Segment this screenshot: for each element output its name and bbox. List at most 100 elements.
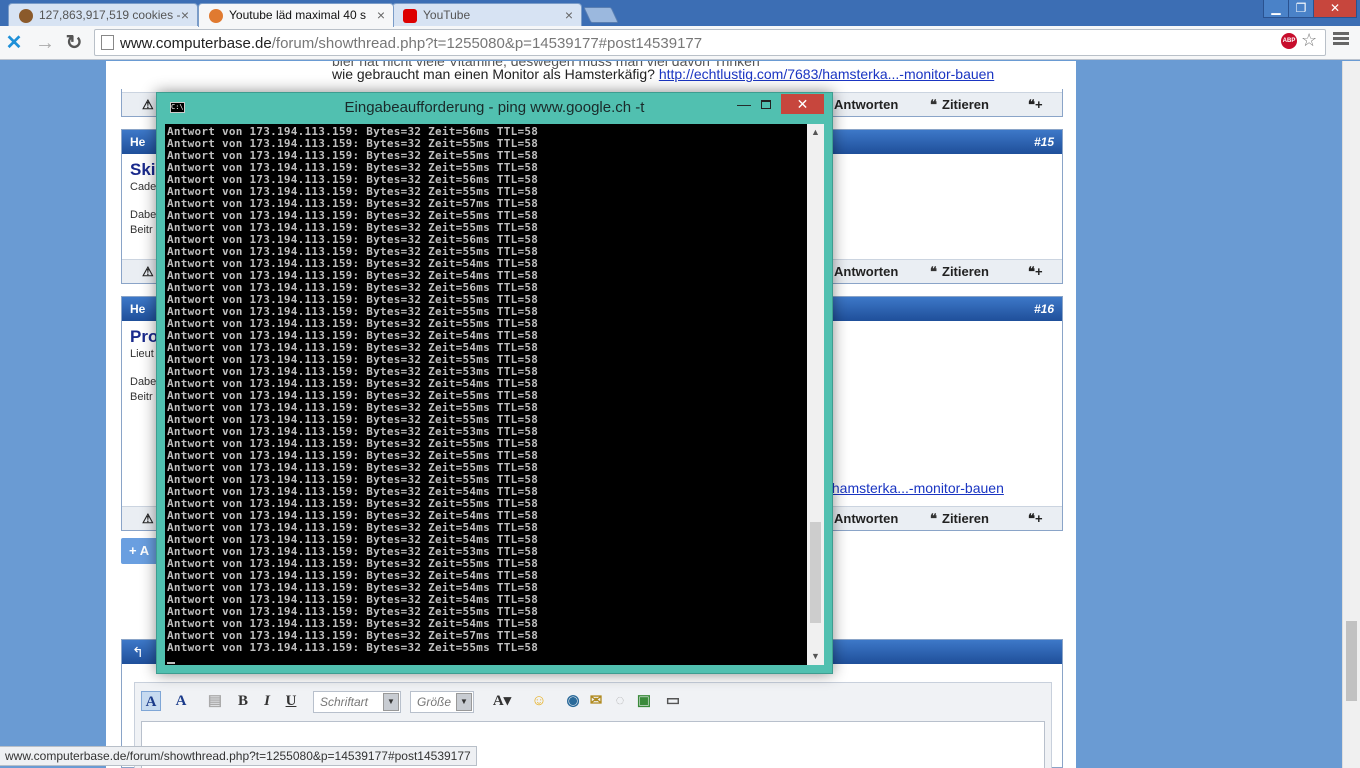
computerbase-icon xyxy=(209,9,223,23)
post-text-line: wie gebraucht man einen Monitor als Hams… xyxy=(332,66,994,82)
cmd-scrollbar[interactable]: ▲ ▼ xyxy=(807,124,824,665)
post-number[interactable]: #15 xyxy=(1034,135,1054,149)
console-lines: Antwort von 173.194.113.159: Bytes=32 Ze… xyxy=(167,126,807,654)
quote-action[interactable]: ❝ Zitieren xyxy=(930,264,989,280)
user-rank: Cade xyxy=(130,181,157,193)
multiquote-icon[interactable]: ❝+ xyxy=(1028,97,1043,113)
tab-youtube-forum[interactable]: Youtube läd maximal 40 s × xyxy=(198,3,394,27)
scroll-up-icon[interactable]: ▲ xyxy=(807,124,824,141)
page-icon xyxy=(101,35,114,50)
multiquote-icon[interactable]: ❝+ xyxy=(1028,511,1043,527)
tab-label: YouTube xyxy=(423,8,471,22)
post-link[interactable]: http://echtlustig.com/7683/hamsterka...-… xyxy=(659,66,994,82)
tab-label: 127,863,917,519 cookies - xyxy=(39,8,181,22)
tab-youtube[interactable]: YouTube × xyxy=(392,3,582,26)
console-line: Antwort von 173.194.113.159: Bytes=32 Ze… xyxy=(167,641,539,654)
user-joined: Dabe xyxy=(130,376,157,388)
reload-icon[interactable]: ↻ xyxy=(62,31,86,55)
remove-format-icon[interactable]: A xyxy=(171,691,191,711)
report-icon[interactable]: ⚠ xyxy=(142,511,154,527)
back-arrow-icon[interactable]: ✕ xyxy=(2,31,26,55)
image-icon[interactable]: ▣ xyxy=(634,691,654,711)
username[interactable]: Ski xyxy=(130,160,156,180)
youtube-icon xyxy=(403,9,417,23)
quote-icon: ❝ xyxy=(930,511,937,526)
browser-titlebar: 127,863,917,519 cookies - × Youtube läd … xyxy=(0,0,1360,27)
chevron-down-icon: ▼ xyxy=(383,693,399,711)
size-select[interactable]: Größe ▼ xyxy=(410,691,474,713)
username[interactable]: Pro xyxy=(130,327,158,347)
quote-box-icon[interactable]: ▭ xyxy=(663,691,683,711)
cmd-close-button[interactable]: ✕ xyxy=(781,94,824,114)
bold-button[interactable]: B xyxy=(233,691,253,711)
reply-action[interactable]: Antworten xyxy=(834,264,898,279)
quote-action[interactable]: ❝ Zitieren xyxy=(930,511,989,527)
cmd-title: Eingabeaufforderung - ping www.google.ch… xyxy=(344,99,645,116)
post-header-text: He xyxy=(130,135,146,149)
new-tab-button[interactable] xyxy=(583,7,619,23)
close-icon[interactable]: × xyxy=(181,7,189,23)
scroll-down-icon[interactable]: ▼ xyxy=(807,648,824,665)
adblock-icon[interactable]: ABP xyxy=(1281,33,1297,49)
minimize-button[interactable]: ▁ xyxy=(1263,0,1289,18)
close-icon[interactable]: × xyxy=(565,7,573,23)
report-icon[interactable]: ⚠ xyxy=(142,97,154,113)
url-path: /forum/showthread.php?t=1255080&p=145391… xyxy=(271,35,703,52)
link-icon[interactable]: ◉ xyxy=(563,691,583,711)
quote-label: Zitieren xyxy=(942,511,989,526)
console-cursor xyxy=(167,662,175,664)
scrollbar-thumb[interactable] xyxy=(810,522,821,623)
reply-arrow-icon: ↰ xyxy=(132,644,144,660)
email-icon[interactable]: ✉ xyxy=(586,691,606,711)
reply-action[interactable]: Antworten xyxy=(834,97,898,112)
reply-action[interactable]: Antworten xyxy=(834,511,898,526)
post-text-prefix: wie gebraucht man einen Monitor als Hams… xyxy=(332,66,659,82)
quote-label: Zitieren xyxy=(942,97,989,112)
scrollbar-thumb[interactable] xyxy=(1346,621,1357,701)
text-color-icon[interactable]: A▾ xyxy=(487,691,517,711)
menu-icon[interactable] xyxy=(1333,32,1349,48)
tab-cookies[interactable]: 127,863,917,519 cookies - × xyxy=(8,3,198,26)
reply-button[interactable]: + A xyxy=(121,538,161,564)
report-icon[interactable]: ⚠ xyxy=(142,264,154,280)
font-color-icon[interactable]: A xyxy=(141,691,161,711)
italic-button[interactable]: I xyxy=(257,691,277,711)
user-joined: Dabe xyxy=(130,209,157,221)
paste-icon[interactable]: ▤ xyxy=(205,691,225,711)
post-number[interactable]: #16 xyxy=(1034,302,1054,316)
address-bar[interactable]: www.computerbase.de/forum/showthread.php… xyxy=(94,29,1326,56)
unlink-icon[interactable]: ◌ xyxy=(610,691,630,711)
tab-label: Youtube läd maximal 40 s xyxy=(229,8,366,22)
restore-button[interactable]: ❐ xyxy=(1288,0,1314,18)
url-host: www.computerbase.de xyxy=(120,35,272,52)
cmd-maximize-button[interactable] xyxy=(761,100,771,109)
quote-action[interactable]: ❝ Zitieren xyxy=(930,97,989,113)
cookie-icon xyxy=(19,9,33,23)
cmd-window: Eingabeaufforderung - ping www.google.ch… xyxy=(156,92,833,674)
post-link[interactable]: /hamsterka...-monitor-bauen xyxy=(828,480,1004,496)
user-posts: Beitr xyxy=(130,224,153,236)
quote-icon: ❝ xyxy=(930,264,937,279)
page-scrollbar[interactable] xyxy=(1342,61,1360,768)
console-icon[interactable]: C:\ xyxy=(170,102,185,113)
quote-icon: ❝ xyxy=(930,97,937,112)
size-select-value: Größe xyxy=(417,695,452,709)
underline-button[interactable]: U xyxy=(281,691,301,711)
console-output[interactable]: Antwort von 173.194.113.159: Bytes=32 Ze… xyxy=(165,124,807,665)
multiquote-icon[interactable]: ❝+ xyxy=(1028,264,1043,280)
quote-label: Zitieren xyxy=(942,264,989,279)
forward-arrow-icon[interactable]: → xyxy=(33,31,57,55)
close-window-button[interactable]: ✕ xyxy=(1313,0,1357,18)
font-select[interactable]: Schriftart ▼ xyxy=(313,691,401,713)
font-select-value: Schriftart xyxy=(320,695,369,709)
close-icon[interactable]: × xyxy=(377,7,385,23)
chevron-down-icon: ▼ xyxy=(456,693,472,711)
post-link-text: /hamsterka...-monitor-bauen xyxy=(828,480,1004,496)
user-rank: Lieut xyxy=(130,348,154,360)
status-url: www.computerbase.de/forum/showthread.php… xyxy=(0,746,477,766)
bookmark-star-icon[interactable]: ☆ xyxy=(1301,30,1317,51)
smiley-icon[interactable]: ☺ xyxy=(529,691,549,711)
post-header-text: He xyxy=(130,302,146,316)
cmd-minimize-button[interactable]: — xyxy=(737,96,751,112)
user-posts: Beitr xyxy=(130,391,153,403)
